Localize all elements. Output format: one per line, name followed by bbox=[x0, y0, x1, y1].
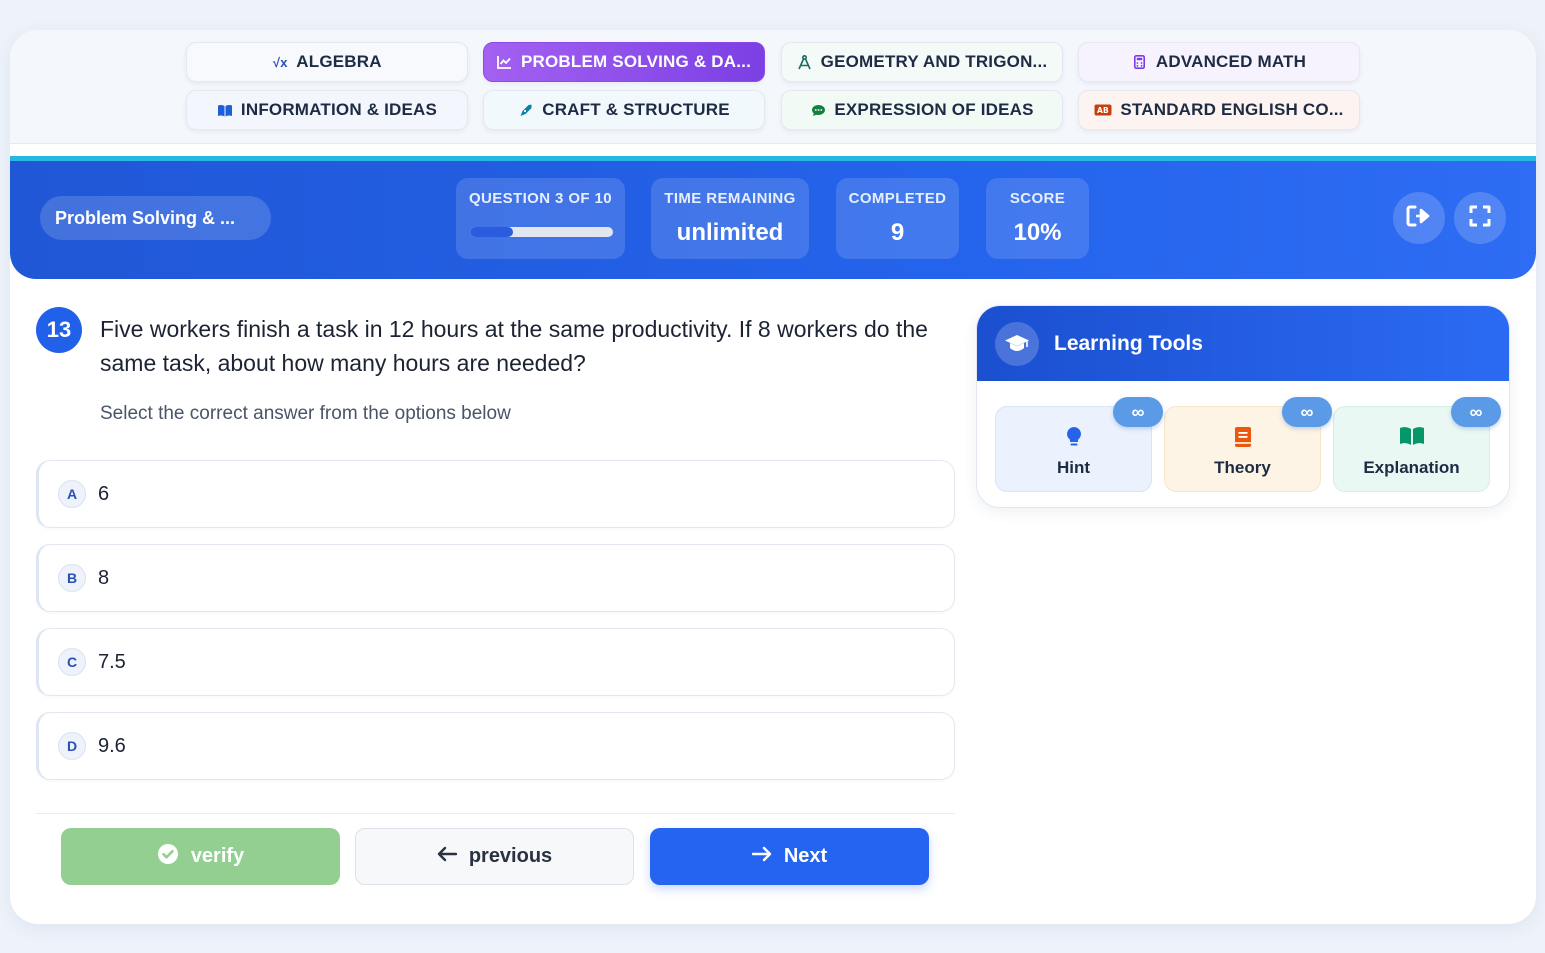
tool-label: Explanation bbox=[1363, 458, 1460, 477]
option-letter: B bbox=[58, 564, 86, 592]
next-button[interactable]: Next bbox=[650, 828, 929, 885]
tool-label: Theory bbox=[1214, 458, 1271, 477]
answer-option-b[interactable]: B 8 bbox=[36, 544, 955, 612]
question-instruction: Select the correct answer from the optio… bbox=[100, 403, 511, 424]
option-text: 6 bbox=[98, 482, 110, 505]
topic-pill[interactable]: Problem Solving & ... bbox=[40, 196, 271, 240]
arrow-left-icon bbox=[437, 845, 458, 868]
arrow-right-icon bbox=[751, 845, 772, 868]
book-icon bbox=[1234, 426, 1252, 452]
completed-value: 9 bbox=[890, 219, 905, 246]
progress-fill bbox=[470, 227, 513, 237]
completed-stat: COMPLETED 9 bbox=[836, 178, 959, 259]
tab-label: ALGEBRA bbox=[296, 52, 382, 71]
learning-tools-header: Learning Tools bbox=[977, 306, 1509, 381]
next-label: Next bbox=[783, 845, 828, 867]
spell-check-icon: AB bbox=[1094, 104, 1112, 116]
tool-label: Hint bbox=[1056, 458, 1091, 477]
tab-problem-solving[interactable]: PROBLEM SOLVING & DA... bbox=[483, 42, 765, 82]
question-label: QUESTION 3 OF 10 bbox=[468, 190, 613, 207]
actions-divider bbox=[36, 813, 955, 814]
tab-expression-ideas[interactable]: EXPRESSION OF IDEAS bbox=[781, 90, 1063, 130]
check-circle-icon bbox=[157, 843, 179, 871]
answer-option-d[interactable]: D 9.6 bbox=[36, 712, 955, 780]
tab-label: INFORMATION & IDEAS bbox=[240, 100, 438, 119]
verify-label: verify bbox=[190, 845, 245, 867]
quiz-card: √x ALGEBRA PROBLEM SOLVING & DA... GEOME… bbox=[10, 30, 1536, 924]
tab-label: PROBLEM SOLVING & DA... bbox=[520, 52, 752, 71]
expand-icon bbox=[1469, 205, 1491, 232]
category-tabs: √x ALGEBRA PROBLEM SOLVING & DA... GEOME… bbox=[10, 30, 1536, 144]
option-letter: D bbox=[58, 732, 86, 760]
sign-out-icon bbox=[1406, 205, 1432, 232]
tab-information-ideas[interactable]: INFORMATION & IDEAS bbox=[186, 90, 468, 130]
tab-label: EXPRESSION OF IDEAS bbox=[834, 100, 1034, 119]
time-label: TIME REMAINING bbox=[664, 190, 796, 207]
option-letter: A bbox=[58, 480, 86, 508]
hint-uses-badge: ∞ bbox=[1113, 397, 1163, 427]
tab-label: ADVANCED MATH bbox=[1155, 52, 1307, 71]
svg-text:AB: AB bbox=[1097, 106, 1109, 115]
exit-button[interactable] bbox=[1393, 192, 1445, 244]
option-text: 9.6 bbox=[98, 734, 126, 757]
tab-label: CRAFT & STRUCTURE bbox=[542, 100, 730, 119]
question-progress-stat: QUESTION 3 OF 10 bbox=[456, 178, 625, 259]
progress-bar bbox=[470, 227, 613, 237]
chart-line-icon bbox=[497, 55, 513, 69]
tab-craft-structure[interactable]: CRAFT & STRUCTURE bbox=[483, 90, 765, 130]
completed-label: COMPLETED bbox=[848, 190, 947, 207]
quiz-header: Problem Solving & ... QUESTION 3 OF 10 T… bbox=[10, 156, 1536, 279]
book-open-icon bbox=[1399, 426, 1425, 452]
sqrt-icon: √x bbox=[272, 54, 288, 70]
explanation-uses-badge: ∞ bbox=[1451, 397, 1501, 427]
theory-uses-badge: ∞ bbox=[1282, 397, 1332, 427]
score-stat: SCORE 10% bbox=[986, 178, 1089, 259]
previous-label: previous bbox=[468, 845, 553, 867]
lightbulb-icon bbox=[1066, 426, 1082, 452]
option-letter: C bbox=[58, 648, 86, 676]
question-number-badge: 13 bbox=[36, 307, 82, 353]
pen-nib-icon bbox=[518, 103, 534, 117]
option-text: 7.5 bbox=[98, 650, 126, 673]
score-value: 10% bbox=[1013, 219, 1062, 246]
tab-standard-english[interactable]: AB STANDARD ENGLISH CO... bbox=[1078, 90, 1360, 130]
answer-option-a[interactable]: A 6 bbox=[36, 460, 955, 528]
tab-algebra[interactable]: √x ALGEBRA bbox=[186, 42, 468, 82]
compass-icon bbox=[797, 54, 813, 70]
tab-label: GEOMETRY AND TRIGON... bbox=[820, 52, 1048, 71]
time-value: unlimited bbox=[676, 219, 784, 246]
tab-geometry[interactable]: GEOMETRY AND TRIGON... bbox=[781, 42, 1063, 82]
previous-button[interactable]: previous bbox=[355, 828, 634, 885]
comment-icon bbox=[810, 104, 826, 117]
question-text: Five workers finish a task in 12 hours a… bbox=[100, 316, 928, 376]
verify-button[interactable]: verify bbox=[61, 828, 340, 885]
calculator-icon bbox=[1132, 55, 1148, 69]
answer-option-c[interactable]: C 7.5 bbox=[36, 628, 955, 696]
time-stat: TIME REMAINING unlimited bbox=[651, 178, 809, 259]
tab-label: STANDARD ENGLISH CO... bbox=[1120, 100, 1344, 119]
score-label: SCORE bbox=[1009, 190, 1066, 207]
learning-tools-title: Learning Tools bbox=[1054, 331, 1203, 355]
book-open-icon bbox=[217, 104, 233, 117]
option-text: 8 bbox=[98, 566, 110, 589]
learning-tools-panel: Learning Tools Hint Theory Explanation ∞… bbox=[976, 305, 1510, 508]
fullscreen-button[interactable] bbox=[1454, 192, 1506, 244]
graduation-cap-icon bbox=[995, 321, 1039, 366]
tab-advanced-math[interactable]: ADVANCED MATH bbox=[1078, 42, 1360, 82]
